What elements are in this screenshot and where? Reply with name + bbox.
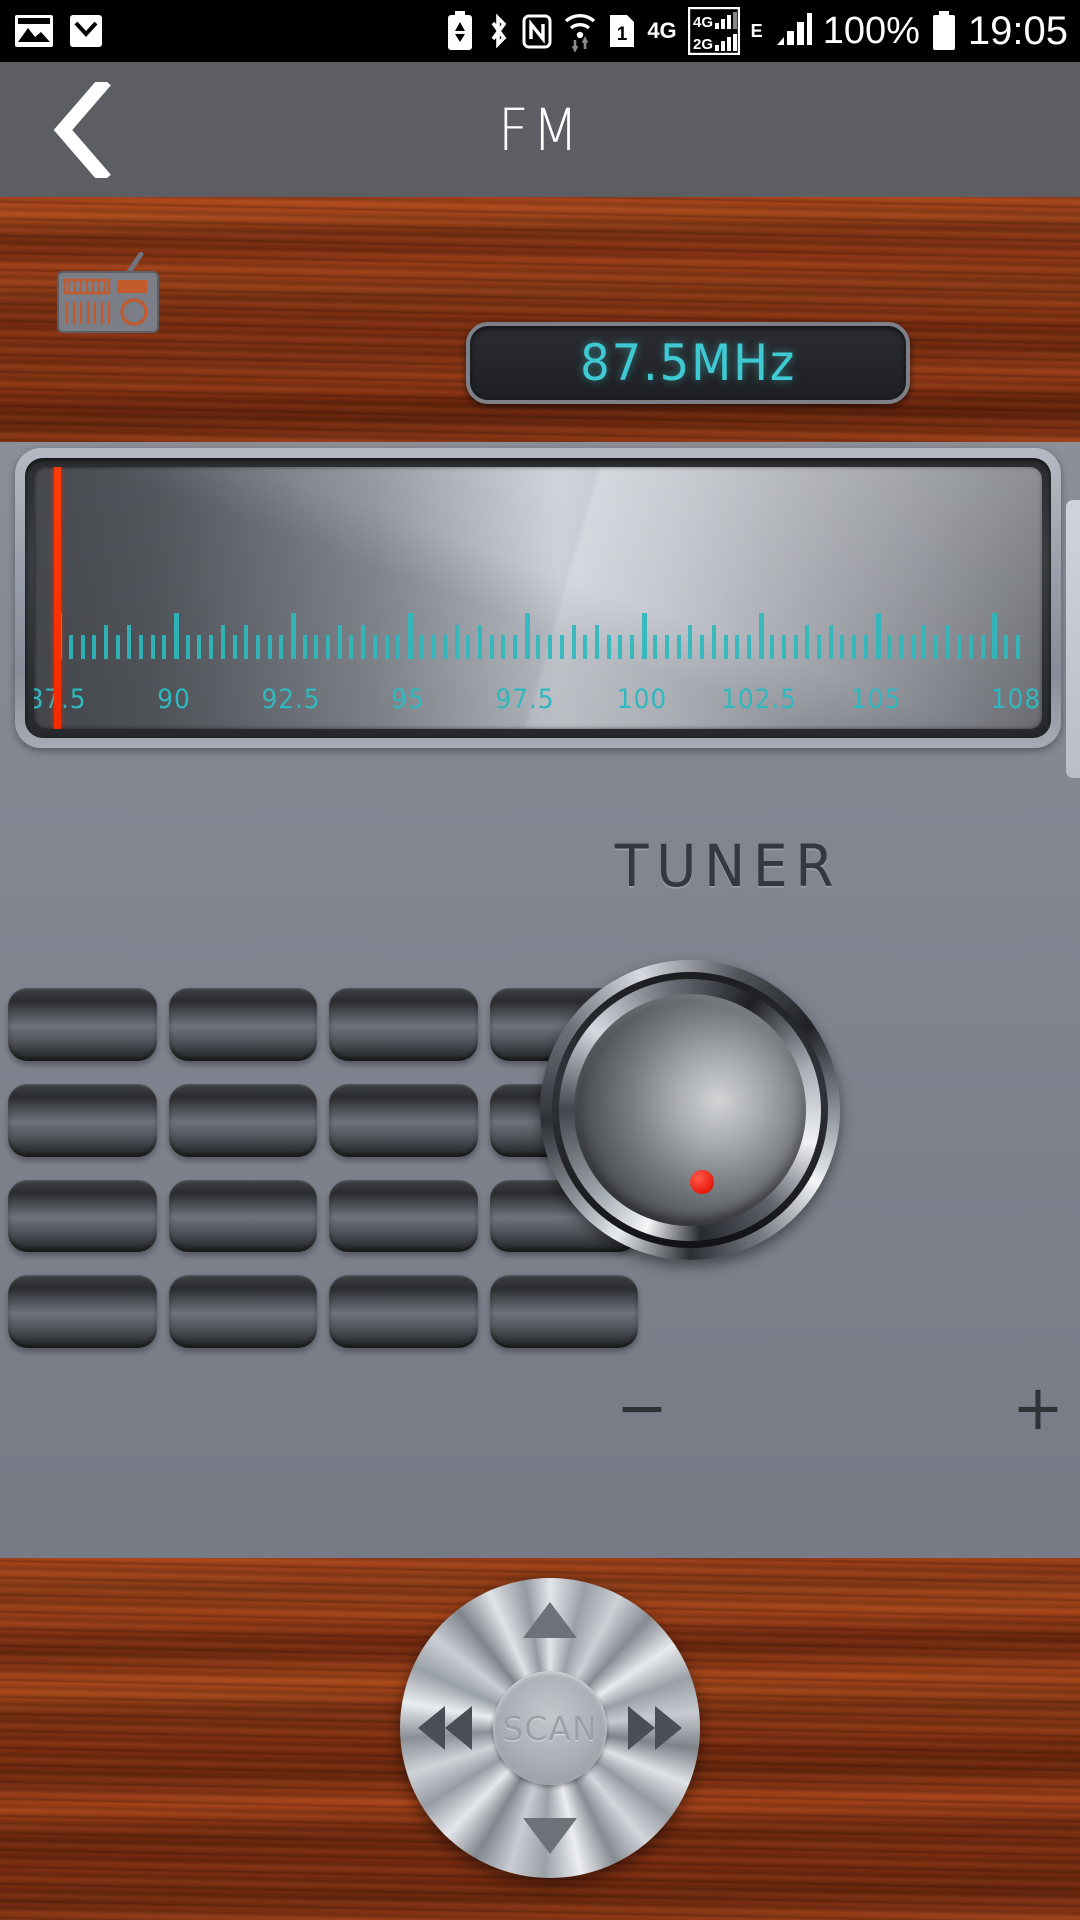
tuning-knob[interactable] <box>540 960 840 1260</box>
tuning-scale-face: 87.59092.59597.5100102.5105108 <box>34 467 1042 729</box>
frequency-decrease-button[interactable]: − <box>604 1370 680 1446</box>
preset-button[interactable] <box>329 1275 478 1348</box>
scale-labels: 87.59092.59597.5100102.5105108 <box>34 673 1042 715</box>
page-title: FM <box>497 95 583 164</box>
tuner-label: TUNER <box>614 832 842 900</box>
bluetooth-icon <box>491 13 507 49</box>
arrow-up-icon[interactable] <box>523 1602 577 1638</box>
preset-button[interactable] <box>8 988 157 1061</box>
battery-saver-icon <box>448 11 473 50</box>
status-bar-left <box>0 12 104 50</box>
tuning-scale-bezel: 87.59092.59597.5100102.5105108 <box>25 458 1051 738</box>
scan-button[interactable]: SCAN <box>493 1671 607 1785</box>
scale-label: 92.5 <box>261 684 321 715</box>
network-4g-label: 4G <box>647 18 677 43</box>
scale-label: 108 <box>990 684 1041 715</box>
signal-strength-icon <box>776 13 812 45</box>
fast-forward-icon[interactable] <box>620 1706 682 1750</box>
dual-sim-signal-icon: 4G 2G <box>687 7 740 55</box>
knob-position-indicator <box>690 1170 714 1194</box>
preset-button[interactable] <box>329 1179 478 1253</box>
preset-button[interactable] <box>329 988 478 1061</box>
svg-text:4G: 4G <box>693 14 713 31</box>
knob-face[interactable] <box>574 994 806 1226</box>
wifi-icon <box>565 14 596 52</box>
rewind-icon[interactable] <box>418 1706 480 1750</box>
email-icon <box>70 15 102 47</box>
scale-label: 100 <box>616 684 667 715</box>
scale-label: 102.5 <box>720 684 797 715</box>
tuning-scale[interactable]: 87.59092.59597.5100102.5105108 <box>15 448 1061 748</box>
sim1-icon: 1 <box>610 15 635 47</box>
preset-button[interactable] <box>329 1083 478 1157</box>
preset-button[interactable] <box>168 1275 317 1348</box>
preset-button[interactable] <box>168 1179 317 1253</box>
radio-icon <box>57 252 159 333</box>
battery-percent-label: 100% <box>822 10 920 52</box>
frequency-display: 87.5MHz <box>466 322 910 404</box>
preset-button[interactable] <box>8 1179 157 1253</box>
preset-button[interactable] <box>168 1083 317 1157</box>
svg-text:2G: 2G <box>693 36 713 53</box>
status-bar: 1 4G 4G 2G E 100% 19:05 <box>0 0 1080 62</box>
frequency-increase-button[interactable]: + <box>1000 1370 1076 1446</box>
gallery-icon <box>15 15 53 47</box>
scale-label: 105 <box>850 684 901 715</box>
scale-label: 95 <box>391 684 425 715</box>
scale-label: 97.5 <box>495 684 555 715</box>
scan-dpad[interactable]: SCAN <box>400 1578 700 1878</box>
status-bar-right: 1 4G 4G 2G E 100% 19:05 <box>446 7 1080 55</box>
app-header: FM <box>0 62 1080 197</box>
svg-text:1: 1 <box>617 24 628 45</box>
scale-edge-handle[interactable] <box>1066 500 1080 778</box>
preset-button[interactable] <box>8 1275 157 1348</box>
battery-icon <box>932 11 955 50</box>
scale-label: 90 <box>157 684 191 715</box>
preset-button[interactable] <box>168 988 317 1061</box>
arrow-down-icon[interactable] <box>523 1818 577 1854</box>
preset-button[interactable] <box>8 1083 157 1157</box>
frequency-value: 87.5MHz <box>579 334 797 392</box>
clock-label: 19:05 <box>967 9 1068 53</box>
tuning-needle[interactable] <box>54 467 62 729</box>
nfc-icon <box>522 14 552 49</box>
edge-network-label: E <box>750 21 763 41</box>
preset-button[interactable] <box>489 1275 638 1348</box>
scale-ticks <box>34 611 1042 659</box>
